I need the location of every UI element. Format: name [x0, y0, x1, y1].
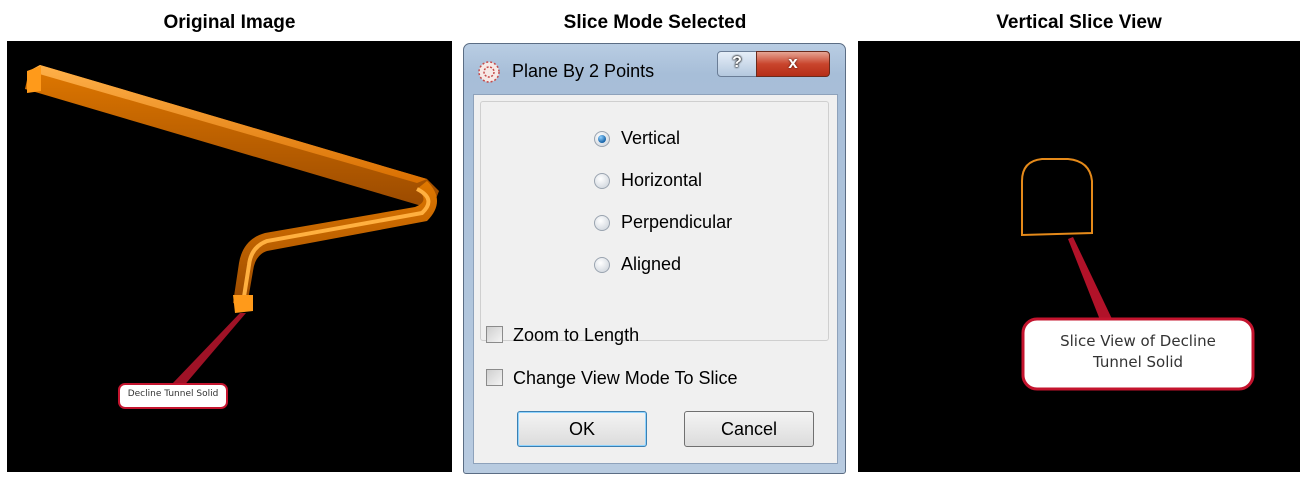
help-icon: ?: [732, 54, 742, 71]
tunnel-solid-render: [25, 65, 439, 409]
checkbox-label: Zoom to Length: [513, 325, 640, 345]
tunnel-profile-outline: [1021, 158, 1093, 237]
close-button[interactable]: x: [756, 51, 830, 77]
radio-button[interactable]: [594, 257, 610, 273]
dialog-body: Vertical Horizontal Perpendicular Aligne…: [473, 94, 838, 464]
radio-label: Horizontal: [621, 170, 703, 190]
original-image-title: Original Image: [163, 12, 296, 33]
radio-button[interactable]: [594, 173, 610, 189]
dialog-titlebar[interactable]: Plane By 2 Points ? x: [464, 44, 845, 98]
help-button[interactable]: ?: [717, 51, 757, 77]
slice-callout-line-1: Slice View of Decline: [1060, 332, 1216, 350]
cancel-button[interactable]: Cancel: [684, 411, 814, 447]
checkbox-label: Change View Mode To Slice: [513, 368, 738, 388]
decline-tunnel-label: Decline Tunnel Solid: [127, 389, 219, 399]
dialog-title: Plane By 2 Points: [512, 61, 655, 81]
radio-button[interactable]: [594, 131, 610, 147]
slice-mode-title: Slice Mode Selected: [563, 12, 747, 33]
ok-button[interactable]: OK: [517, 411, 647, 447]
slice-callout-line-2: Tunnel Solid: [1092, 353, 1184, 371]
plane-by-2-points-dialog: Plane By 2 Points ? x Vertical Horizonta…: [463, 43, 846, 474]
app-icon: [478, 61, 500, 83]
close-icon: x: [788, 53, 798, 72]
radio-label: Vertical: [621, 128, 681, 148]
vertical-slice-title: Vertical Slice View: [996, 12, 1162, 33]
radio-label: Perpendicular: [621, 212, 733, 232]
radio-button[interactable]: [594, 215, 610, 231]
checkbox-box[interactable]: [486, 369, 503, 386]
slice-view[interactable]: Slice View of Decline Tunnel Solid: [858, 41, 1300, 472]
plane-options-group: Vertical Horizontal Perpendicular Aligne…: [480, 101, 829, 341]
checkbox-box[interactable]: [486, 326, 503, 343]
slice-render: [1021, 158, 1255, 391]
original-3d-view[interactable]: Decline Tunnel Solid: [7, 41, 452, 472]
radio-label: Aligned: [621, 254, 682, 274]
